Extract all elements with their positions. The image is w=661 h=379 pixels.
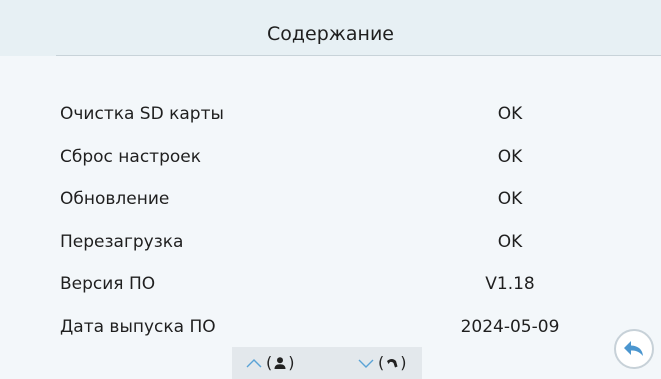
row-value: OK — [497, 231, 523, 252]
row-release-date: Дата выпуска ПО 2024-05-09 — [0, 309, 661, 352]
row-value: V1.18 — [485, 274, 535, 295]
nav-up-button[interactable]: ( ) — [246, 347, 295, 379]
settings-list: Очистка SD карты OK Сброс настроек OK Об… — [0, 96, 661, 352]
row-value: OK — [497, 104, 523, 124]
paren-close: ) — [400, 353, 407, 372]
page-title: Содержание — [267, 23, 394, 45]
row-label: Обновление — [60, 189, 170, 210]
chevron-down-icon — [358, 359, 374, 368]
back-arrow-icon — [624, 341, 643, 356]
header-divider — [56, 55, 661, 56]
chevron-up-icon — [246, 359, 262, 368]
paren-open: ( — [378, 353, 385, 372]
paren-open: ( — [266, 353, 273, 372]
row-reset-settings[interactable]: Сброс настроек OK — [0, 139, 661, 182]
row-value: 2024-05-09 — [460, 316, 560, 337]
row-label: Очистка SD карты — [60, 104, 224, 124]
row-software-version: Версия ПО V1.18 — [0, 266, 661, 309]
row-label: Перезагрузка — [60, 231, 184, 252]
row-label: Версия ПО — [60, 274, 156, 295]
row-clear-sd[interactable]: Очистка SD карты OK — [0, 96, 661, 139]
row-value: OK — [497, 146, 523, 167]
header-bar: Содержание — [0, 0, 661, 56]
paren-close: ) — [288, 353, 295, 372]
person-icon — [274, 357, 286, 369]
row-label: Сброс настроек — [60, 146, 201, 167]
back-button[interactable] — [614, 329, 654, 369]
row-label: Дата выпуска ПО — [60, 316, 216, 337]
row-update[interactable]: Обновление OK — [0, 181, 661, 224]
footer-nav: ( ) ( ) — [232, 347, 422, 379]
row-reboot[interactable]: Перезагрузка OK — [0, 224, 661, 267]
row-value: OK — [497, 189, 523, 210]
nav-down-button[interactable]: ( ) — [358, 347, 407, 379]
handset-icon — [387, 359, 398, 368]
